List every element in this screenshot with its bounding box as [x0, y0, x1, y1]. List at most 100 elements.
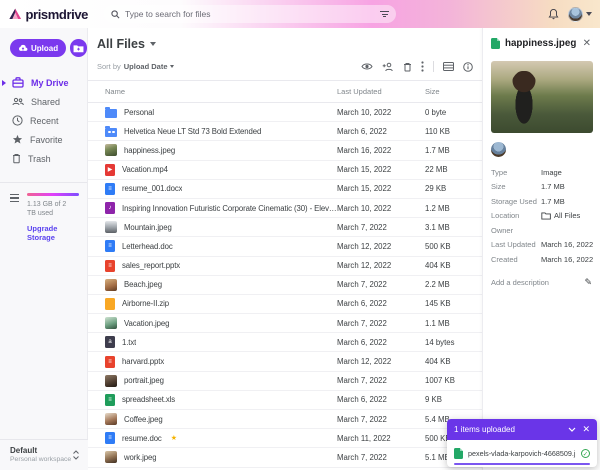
file-row[interactable]: a1.txtMarch 6, 202214 bytes: [88, 333, 482, 352]
file-row[interactable]: happiness.jpegMarch 16, 20221.7 MB: [88, 141, 482, 160]
file-type-icon: [491, 38, 500, 49]
file-updated: March 6, 2022: [337, 395, 425, 404]
file-updated: March 7, 2022: [337, 223, 425, 232]
sidebar-item-label: Shared: [31, 97, 60, 107]
sidebar-item-label: Trash: [28, 154, 51, 164]
more-options-icon[interactable]: [421, 61, 424, 72]
file-row[interactable]: Vacation.jpegMarch 7, 20221.1 MB: [88, 314, 482, 333]
share-person-add-icon[interactable]: [382, 62, 394, 72]
sort-value-dropdown[interactable]: Upload Date: [124, 62, 174, 71]
column-header-last-updated[interactable]: Last Updated: [337, 87, 425, 96]
view-mode-icon[interactable]: [443, 62, 454, 71]
file-row[interactable]: ≡resume.doc★March 11, 2022500 KB: [88, 429, 482, 448]
sidebar-item-trash[interactable]: Trash: [0, 149, 87, 168]
edit-pencil-icon[interactable]: ✎: [584, 277, 592, 288]
new-folder-button[interactable]: [70, 39, 87, 57]
upgrade-storage-link[interactable]: Upgrade Storage: [27, 224, 77, 242]
page-title[interactable]: All Files: [88, 28, 482, 51]
folder-shared-icon: [105, 128, 117, 137]
preview-eye-icon[interactable]: [361, 62, 373, 71]
field-label: Size: [491, 182, 541, 191]
sidebar-item-label: My Drive: [31, 78, 69, 88]
file-row[interactable]: ≡Letterhead.docMarch 12, 2022500 KB: [88, 237, 482, 256]
zip-file-icon: [105, 298, 115, 310]
sidebar-item-favorite[interactable]: Favorite: [0, 130, 87, 149]
xls-file-icon: ≡: [105, 394, 115, 406]
sidebar-item-recent[interactable]: Recent: [0, 111, 87, 130]
file-row[interactable]: Mountain.jpeg March 7, 20223.1 MB: [88, 218, 482, 237]
account-menu[interactable]: [568, 7, 592, 22]
field-label: Location: [491, 211, 541, 220]
file-row[interactable]: PersonalMarch 10, 20220 byte: [88, 103, 482, 122]
file-row[interactable]: ♪Inspiring Innovation Futuristic Corpora…: [88, 199, 482, 218]
image-preview[interactable]: [491, 61, 593, 133]
file-updated: March 12, 2022: [337, 261, 425, 270]
toast-file-row[interactable]: pexels-vlada-karpovich-4668509.jpeg ✓: [447, 440, 597, 467]
field-value-text: March 16, 2022: [541, 240, 593, 249]
detail-field-type: TypeImage: [491, 165, 592, 180]
close-icon[interactable]: ✕: [582, 38, 592, 49]
sidebar-item-shared[interactable]: Shared: [0, 92, 87, 111]
toolbar-divider: [433, 61, 434, 72]
column-header-size[interactable]: Size: [425, 87, 482, 96]
folder-icon: [105, 109, 117, 118]
file-row[interactable]: Helvetica Neue LT Std 73 Bold ExtendedMa…: [88, 122, 482, 141]
column-header-name[interactable]: Name: [105, 87, 337, 96]
field-value: 1.7 MB: [541, 182, 565, 191]
uploaded-file-name: pexels-vlada-karpovich-4668509.jpeg: [468, 449, 576, 458]
workspace-selector[interactable]: Default Personal workspace: [0, 439, 88, 470]
file-updated: March 15, 2022: [337, 165, 425, 174]
favorite-star-icon: ★: [171, 434, 177, 442]
file-size: 29 KB: [425, 184, 482, 193]
doc-file-icon: ≡: [105, 240, 115, 252]
sidebar-item-label: Recent: [30, 116, 59, 126]
file-size: 145 KB: [425, 299, 482, 308]
doc-file-icon: ≡: [105, 183, 115, 195]
filter-icon[interactable]: [380, 11, 389, 17]
owner-avatar: [491, 142, 506, 157]
image-thumbnail: [105, 279, 117, 291]
file-size: 3.1 MB: [425, 223, 482, 232]
file-size: 9 KB: [425, 395, 482, 404]
delete-trash-icon[interactable]: [403, 62, 412, 72]
search-bar[interactable]: [104, 5, 396, 23]
file-row[interactable]: ≡spreadsheet.xlsMarch 6, 20229 KB: [88, 391, 482, 410]
file-row[interactable]: work.jpegMarch 7, 20225.1 MB: [88, 448, 482, 467]
file-name: portrait.jpeg: [124, 376, 164, 385]
toast-close-icon[interactable]: ✕: [582, 424, 590, 435]
field-value: Image: [541, 168, 562, 177]
search-input[interactable]: [125, 9, 375, 19]
trash-icon: [12, 153, 21, 164]
field-label: Created: [491, 255, 541, 264]
search-icon: [111, 10, 120, 19]
unfold-icon: [72, 450, 80, 460]
video-file-icon: ▶: [105, 164, 115, 176]
file-name: Mountain.jpeg: [124, 223, 172, 232]
image-thumbnail: [105, 144, 117, 156]
star-icon: [12, 134, 23, 145]
field-label: Owner: [491, 226, 541, 235]
file-row[interactable]: Airborne-II.zipMarch 6, 2022145 KB: [88, 295, 482, 314]
brand-logo[interactable]: prismdrive: [0, 7, 88, 22]
notifications-bell-icon[interactable]: [548, 8, 559, 20]
info-icon[interactable]: [463, 62, 473, 72]
storage-usage-text: 1.13 GB of 2 TB used: [27, 200, 77, 218]
file-row[interactable]: ≡resume_001.docxMarch 15, 202229 KB: [88, 180, 482, 199]
folder-add-icon: [73, 44, 84, 53]
uploaded-file-icon: [454, 448, 463, 459]
file-name: resume_001.docx: [122, 184, 182, 193]
storage-menu-icon[interactable]: [10, 194, 19, 202]
toast-collapse-chevron-icon[interactable]: [568, 427, 576, 432]
upload-button[interactable]: Upload: [10, 39, 66, 57]
file-row[interactable]: Beach.jpegMarch 7, 20222.2 MB: [88, 276, 482, 295]
file-size: 404 KB: [425, 357, 482, 366]
file-row[interactable]: ≡harvard.pptxMarch 12, 2022404 KB: [88, 352, 482, 371]
file-row[interactable]: ▶Vacation.mp4March 15, 202222 MB: [88, 161, 482, 180]
storage-section: 1.13 GB of 2 TB used Upgrade Storage: [0, 182, 87, 242]
file-row[interactable]: portrait.jpegMarch 7, 20221007 KB: [88, 372, 482, 391]
details-fields: TypeImageSize1.7 MBStorage Used1.7 MBLoc…: [491, 165, 592, 267]
file-row[interactable]: ≡sales_report.pptxMarch 12, 2022404 KB: [88, 257, 482, 276]
file-row[interactable]: Coffee.jpegMarch 7, 20225.4 MB: [88, 410, 482, 429]
sidebar-item-my-drive[interactable]: My Drive: [0, 73, 87, 92]
detail-field-last-updated: Last UpdatedMarch 16, 2022: [491, 238, 592, 253]
